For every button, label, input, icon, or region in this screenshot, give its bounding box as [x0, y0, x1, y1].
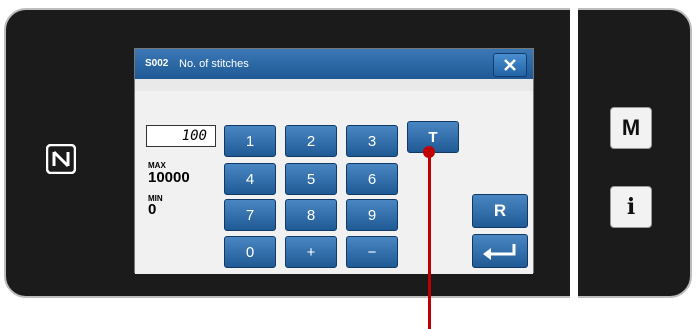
- dialog-titlebar: S002 No. of stitches: [135, 49, 533, 79]
- enter-icon: [483, 244, 516, 260]
- key-6[interactable]: 6: [346, 163, 398, 195]
- callout-marker: [423, 146, 435, 158]
- key-minus[interactable]: −: [346, 236, 398, 268]
- key-plus[interactable]: +: [285, 236, 337, 268]
- max-value: 10000: [148, 169, 190, 186]
- menu-button[interactable]: M: [610, 107, 652, 149]
- key-5[interactable]: 5: [285, 163, 337, 195]
- panel-divider: [570, 8, 578, 298]
- key-3[interactable]: 3: [346, 125, 398, 157]
- key-0[interactable]: 0: [224, 236, 276, 268]
- callout-line: [428, 151, 431, 329]
- key-8[interactable]: 8: [285, 199, 337, 231]
- enter-button[interactable]: [472, 234, 528, 268]
- key-1[interactable]: 1: [224, 125, 276, 157]
- key-2[interactable]: 2: [285, 125, 337, 157]
- min-value: 0: [148, 201, 157, 218]
- dialog-code: S002: [145, 58, 169, 69]
- value-display: 100: [146, 125, 216, 147]
- key-7[interactable]: 7: [224, 199, 276, 231]
- info-button[interactable]: i: [610, 186, 652, 228]
- key-9[interactable]: 9: [346, 199, 398, 231]
- key-4[interactable]: 4: [224, 163, 276, 195]
- close-button[interactable]: [493, 53, 527, 77]
- reset-button[interactable]: R: [472, 194, 528, 228]
- dialog-title: No. of stitches: [179, 58, 249, 70]
- close-icon: [504, 59, 516, 71]
- nfc-icon: [46, 144, 76, 174]
